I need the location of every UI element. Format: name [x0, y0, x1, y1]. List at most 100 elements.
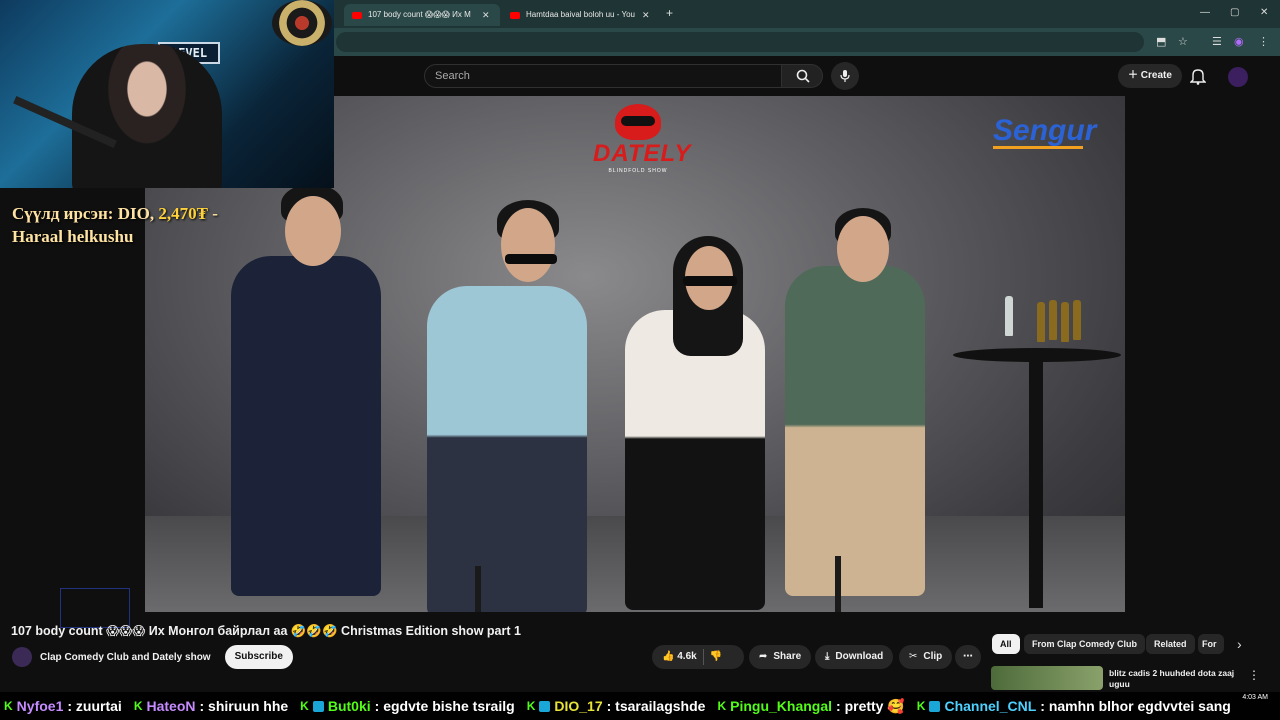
tab-active-video[interactable]: 107 body count 😱😱😱 Их М ✕ [344, 4, 500, 26]
sengur-logo-text: Sengur [993, 114, 1097, 147]
donation-label: Сүүлд ирсэн: DIO, [12, 204, 159, 223]
tab-label: 107 body count 😱😱😱 Их М [368, 10, 471, 19]
bottle [1061, 302, 1069, 342]
system-clock: 4:03 AM [1242, 694, 1268, 701]
channel-name[interactable]: Clap Comedy Club and Dately show [40, 652, 211, 663]
dartboard [272, 0, 332, 46]
address-bar-row: ⬒ ☆ ☰ ◉ ⋮ [334, 28, 1280, 56]
kick-badge-icon: K [4, 699, 13, 713]
clip-button[interactable]: ✂ Clip [899, 645, 953, 669]
donation-message: Haraal helkushu [12, 227, 134, 246]
chat-message: K Nyfoe1 : zuurtai [4, 698, 122, 714]
download-button[interactable]: ⤓ Download [815, 645, 894, 669]
maximize-button[interactable]: ▢ [1230, 7, 1239, 18]
media-icon[interactable]: ☰ [1212, 35, 1222, 48]
tab-second[interactable]: Hamtdaa baival boloh uu - You ✕ [502, 4, 658, 26]
search-button[interactable] [781, 64, 823, 88]
chip-all[interactable]: All [992, 634, 1020, 654]
kick-badge-icon: K [916, 699, 926, 713]
recommended-title[interactable]: blitz cadis 2 huuhded dota zaaj uguu [1109, 668, 1239, 690]
voice-search-button[interactable] [831, 62, 859, 90]
chat-text: : zuurtai [67, 698, 122, 714]
install-icon[interactable]: ⬒ [1156, 35, 1166, 48]
bottle [1049, 300, 1057, 340]
menu-kebab-icon[interactable]: ⋮ [1258, 35, 1269, 48]
subscriber-badge-icon [929, 700, 941, 712]
stool [475, 566, 481, 612]
subscriber-badge-icon [312, 700, 324, 712]
download-label: Download [835, 651, 884, 662]
kick-badge-icon: K [300, 699, 309, 713]
like-button[interactable]: 👍 4.6k [662, 645, 697, 669]
more-vert-icon[interactable]: ⋮ [1248, 668, 1260, 682]
create-label: Create [1140, 70, 1172, 81]
video-title: 107 body count 😱😱😱 Их Монгол байрлал аа … [11, 624, 521, 638]
heart-blindfold-icon [615, 104, 661, 140]
divider [702, 649, 704, 665]
person-host-right [785, 266, 925, 596]
chat-message: K But0ki : egdvte bishe tsrailg [300, 698, 515, 714]
sengur-logo: Sengur [993, 114, 1096, 149]
bottle [1005, 296, 1013, 336]
share-arrow-icon: ➦ [759, 651, 768, 662]
chat-username: Nyfoe1 [16, 698, 64, 714]
minimize-button[interactable]: — [1200, 7, 1210, 18]
browser-tab-bar: 107 body count 😱😱😱 Их М ✕ Hamtdaa baival… [334, 0, 1280, 28]
chat-text: : shiruun hhe [199, 698, 289, 714]
chat-message: K Pingu_Khangal : pretty 🥰 [717, 698, 904, 715]
like-count: 4.6k [677, 651, 697, 662]
address-bar[interactable] [336, 32, 1144, 52]
more-actions-button[interactable]: ⋯ [955, 645, 981, 669]
stool [835, 556, 841, 612]
notifications-bell-icon[interactable] [1190, 67, 1206, 85]
channel-avatar[interactable] [12, 647, 32, 667]
streamer-webcam: DEVEL [0, 0, 334, 188]
close-icon[interactable]: ✕ [642, 4, 650, 26]
create-button[interactable]: ＋ Create [1118, 64, 1182, 88]
dislike-button[interactable]: 👎 [710, 645, 722, 669]
chip-related[interactable]: Related [1146, 634, 1195, 654]
search-input[interactable]: Search [424, 64, 782, 88]
donation-amount: 2,470₮ [158, 204, 208, 223]
overlay-frame [60, 588, 130, 628]
microphone-icon [840, 70, 850, 82]
person-head [837, 216, 889, 282]
subscribe-button[interactable]: Subscribe [224, 645, 293, 669]
chat-message: K Channel_CNL : namhn blhor egdvvtei san… [917, 698, 1231, 714]
chat-message: K DIO_17 : tsarailagshde [527, 698, 706, 714]
thumbs-down-icon: 👎 [709, 651, 723, 662]
plus-icon: ＋ [1128, 70, 1141, 81]
chip-for-you[interactable]: For [1198, 634, 1224, 654]
youtube-header: Search ＋ Create [334, 58, 1280, 96]
chat-text: : tsarailagshde [606, 698, 706, 714]
thumbs-up-icon: 👍 [662, 651, 675, 662]
dately-logo-text: DATELY [593, 140, 692, 167]
chat-username: Channel_CNL [944, 698, 1037, 714]
recommended-thumbnail[interactable] [991, 666, 1103, 690]
tab-label: Hamtdaa baival boloh uu - You [526, 10, 635, 19]
close-window-button[interactable]: ✕ [1260, 7, 1268, 18]
extension-icon[interactable]: ◉ [1234, 35, 1244, 48]
share-button[interactable]: ➦ Share [749, 645, 812, 669]
chip-from-channel[interactable]: From Clap Comedy Club [1024, 634, 1146, 654]
bookmark-star-icon[interactable]: ☆ [1178, 35, 1188, 48]
bottle [1073, 300, 1081, 340]
donation-dash: - [207, 204, 218, 223]
chat-username: DIO_17 [554, 698, 603, 714]
donation-alert: Сүүлд ирсэн: DIO, 2,470₮ - Haraal helkus… [12, 202, 272, 248]
new-tab-button[interactable]: + [666, 6, 673, 20]
subscriber-badge-icon [539, 700, 551, 712]
chevron-right-icon[interactable]: › [1237, 636, 1242, 652]
chat-ticker: K Nyfoe1 : zuurtai K HateoN : shiruun hh… [0, 692, 1280, 720]
youtube-icon [352, 11, 362, 19]
account-avatar[interactable] [1228, 67, 1248, 87]
bottle [1037, 302, 1045, 342]
person-contestant-man [427, 286, 587, 612]
download-icon: ⤓ [825, 651, 830, 662]
scissors-icon: ✂ [909, 651, 918, 662]
chat-message: K HateoN : shiruun hhe [134, 698, 288, 714]
close-icon[interactable]: ✕ [482, 4, 490, 26]
side-table-stem [1029, 358, 1043, 608]
person-head [285, 196, 341, 266]
chat-username: HateoN [146, 698, 196, 714]
